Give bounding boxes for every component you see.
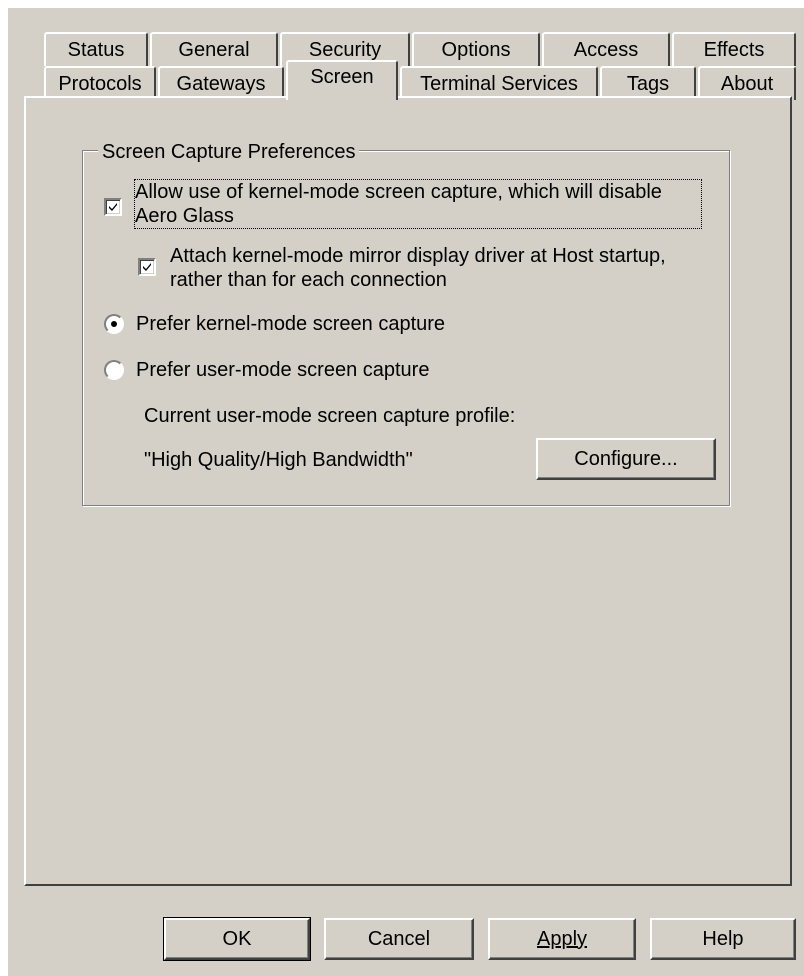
prefer-kernel-radio[interactable] [104,314,124,334]
attach-driver-checkbox[interactable] [138,258,156,276]
kernel-capture-checkbox[interactable] [104,198,122,216]
cancel-button[interactable]: Cancel [324,918,474,960]
tab-gateways[interactable]: Gateways [158,66,284,100]
attach-driver-label[interactable]: Attach kernel-mode mirror display driver… [170,244,710,292]
profile-caption: Current user-mode screen capture profile… [144,405,516,427]
checkmark-icon [109,203,117,211]
tab-status[interactable]: Status [44,32,148,66]
prefer-kernel-label[interactable]: Prefer kernel-mode screen capture [136,312,445,336]
tab-general[interactable]: General [150,32,278,66]
tab-access[interactable]: Access [542,32,670,66]
help-button[interactable]: Help [650,918,796,960]
tab-effects[interactable]: Effects [672,32,796,66]
checkmark-icon [143,263,151,271]
tab-terminal-services[interactable]: Terminal Services [400,66,598,100]
tab-options[interactable]: Options [412,32,540,66]
radio-selected-dot-icon [111,321,117,327]
tab-about[interactable]: About [698,66,796,100]
profile-value: "High Quality/High Bandwidth" [144,449,413,471]
prefer-user-label[interactable]: Prefer user-mode screen capture [136,358,429,382]
groupbox-legend: Screen Capture Preferences [98,140,360,164]
kernel-capture-label[interactable]: Allow use of kernel-mode screen capture,… [134,179,702,229]
apply-button[interactable]: Apply [488,918,636,960]
tab-protocols[interactable]: Protocols [44,66,156,100]
tab-tags[interactable]: Tags [600,66,696,100]
tab-screen[interactable]: Screen [286,60,398,100]
prefer-user-radio[interactable] [104,360,124,380]
configure-button[interactable]: Configure... [536,438,716,480]
ok-button[interactable]: OK [163,917,311,961]
